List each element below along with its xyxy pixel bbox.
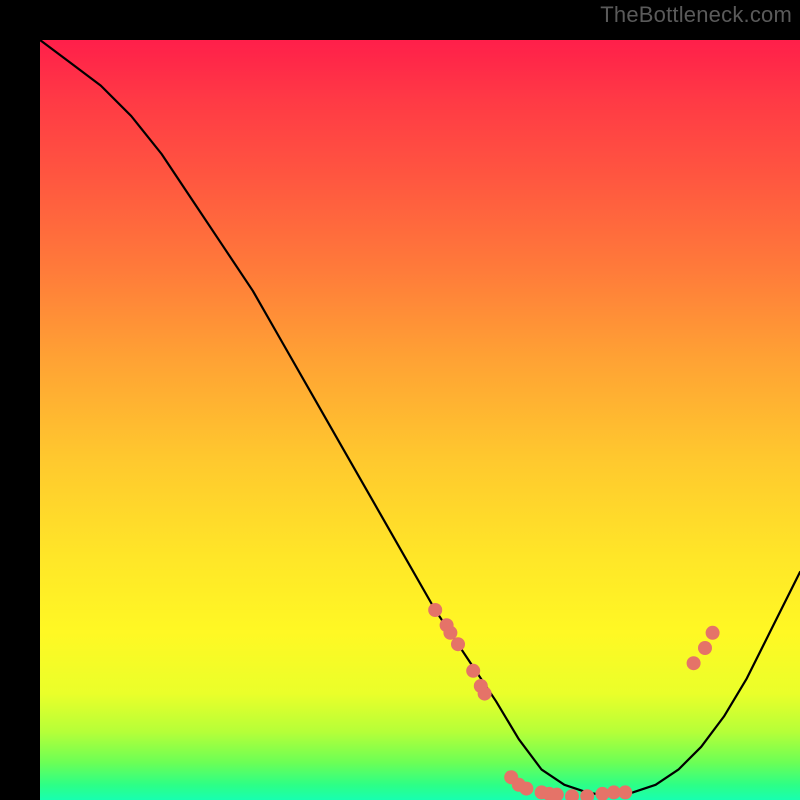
chart-frame bbox=[20, 20, 780, 780]
data-marker bbox=[428, 603, 442, 617]
data-marker bbox=[478, 687, 492, 701]
data-marker bbox=[443, 626, 457, 640]
curve-layer bbox=[40, 40, 800, 800]
data-marker bbox=[618, 785, 632, 799]
data-marker bbox=[451, 637, 465, 651]
plot-area bbox=[40, 40, 800, 800]
data-marker bbox=[687, 656, 701, 670]
watermark-text: TheBottleneck.com bbox=[600, 2, 792, 28]
data-marker bbox=[698, 641, 712, 655]
bottleneck-curve bbox=[40, 40, 800, 796]
data-marker bbox=[519, 782, 533, 796]
data-marker bbox=[706, 626, 720, 640]
data-marker bbox=[565, 789, 579, 800]
data-marker bbox=[466, 664, 480, 678]
